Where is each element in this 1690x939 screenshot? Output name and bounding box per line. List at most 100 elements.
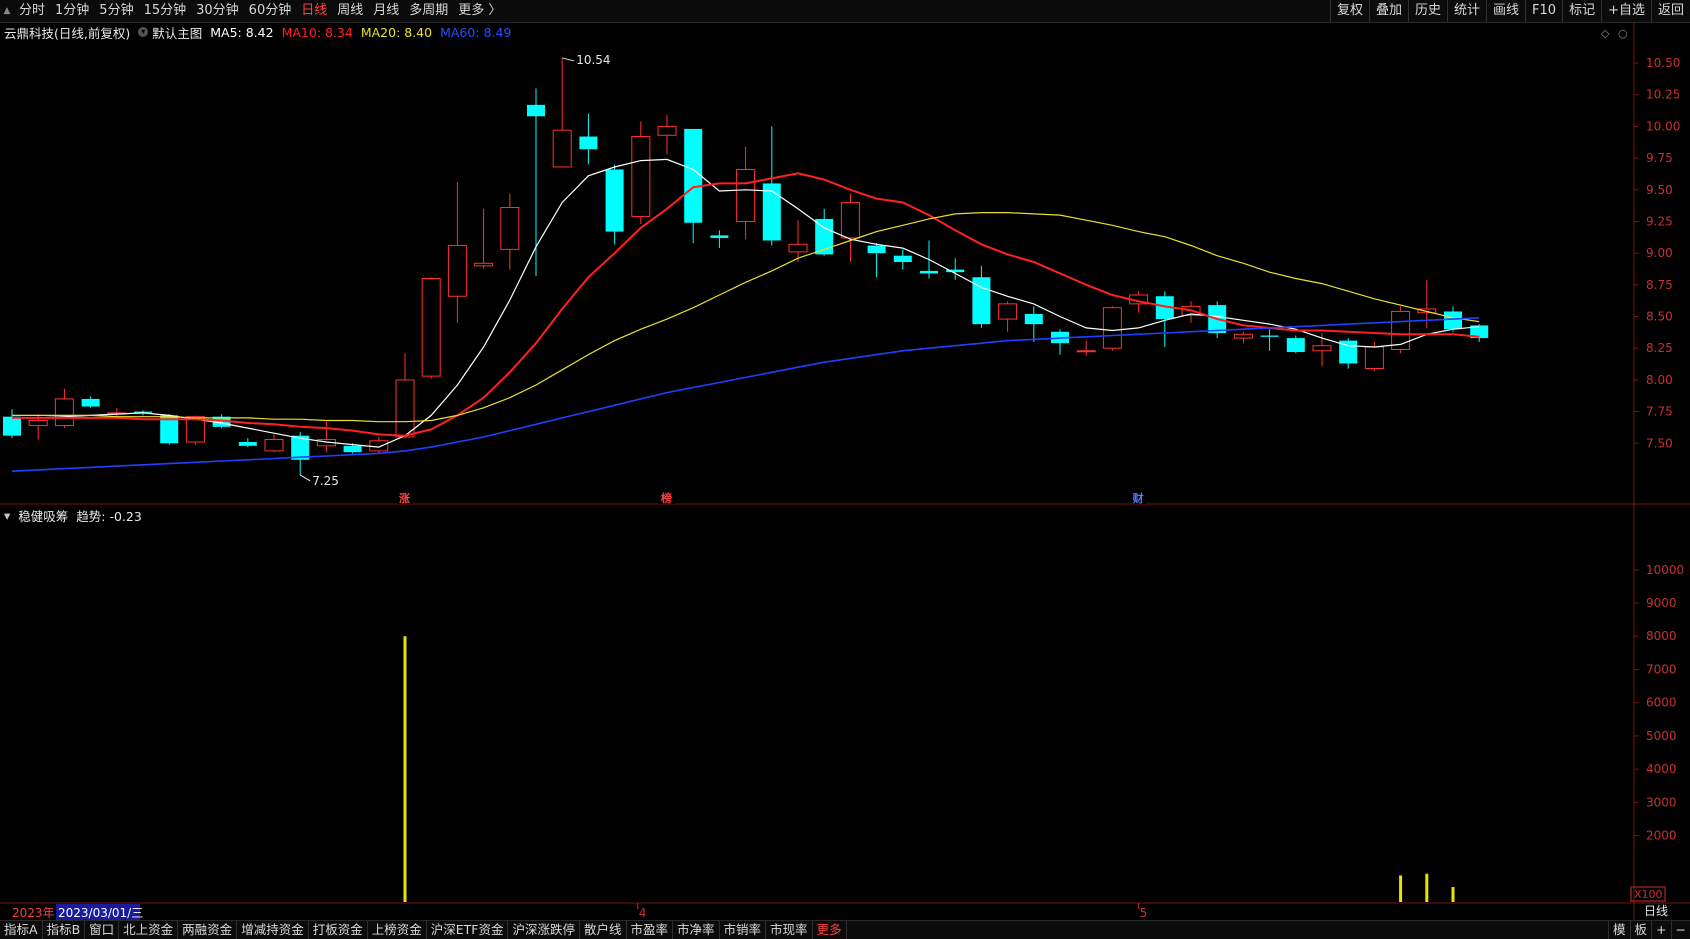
candle-body-down (343, 445, 362, 453)
kline-chart[interactable]: 10.50 10.25 10.00 9.75 9.50 9.25 9.00 8.75 8.50 8… (0, 0, 1690, 938)
candle-body-down (81, 398, 100, 407)
bottom-tab[interactable]: 市盈率 (627, 921, 674, 939)
candle-body-down (1024, 314, 1043, 325)
volume-tick-label: 9000 (1646, 596, 1677, 610)
bottom-tab[interactable]: 更多 (813, 921, 847, 939)
price-tick-label: 7.75 (1646, 405, 1673, 419)
candle-body-up (1312, 345, 1332, 352)
price-tick-label: 10.00 (1646, 119, 1680, 133)
month-label: 5 (1140, 906, 1148, 920)
bottom-right-tool[interactable]: − (1670, 921, 1690, 939)
candle-body-down (1260, 335, 1279, 337)
candle-body-up (264, 438, 284, 452)
candle-body-down (238, 442, 257, 446)
candle-body-down (1286, 338, 1305, 353)
bottom-tab[interactable]: 沪深ETF资金 (427, 921, 509, 939)
candle-body-down (867, 245, 886, 254)
candle-body-down (3, 416, 21, 436)
bottom-right-tool[interactable]: 模 (1608, 921, 1630, 939)
diamond-icon: ◇ (1601, 27, 1610, 40)
circle-icon: ○ (1618, 27, 1628, 40)
bottom-tab[interactable]: 窗口 (85, 921, 120, 939)
ma-line-ma60 (11, 317, 1480, 472)
price-tick-label: 8.00 (1646, 373, 1673, 387)
bottom-right-tool[interactable]: 板 (1629, 921, 1652, 939)
candle-body-up (447, 245, 467, 297)
signal-bar (1451, 887, 1455, 902)
candle-body-down (579, 136, 598, 150)
volume-tick-label: 2000 (1646, 829, 1677, 843)
candle-body-down (920, 270, 938, 274)
candle-body-up (631, 136, 651, 217)
price-tick-label: 9.25 (1646, 214, 1673, 228)
candle-body-up (395, 379, 415, 438)
candle-body-up (788, 243, 808, 253)
volume-tick-label: 3000 (1646, 795, 1677, 809)
signal-bar (403, 636, 407, 902)
ma-line-ma20 (12, 212, 1480, 423)
price-tick-label: 8.50 (1646, 310, 1673, 324)
candle-body-down (605, 169, 624, 232)
event-marker: 财 (1132, 491, 1144, 505)
bottom-right-tools: 模板 + − (1608, 921, 1690, 939)
high-price-label: 10.54 (576, 53, 610, 67)
signal-bar (1425, 873, 1429, 902)
volume-tick-label: 10000 (1646, 563, 1684, 577)
candle-body-up (1233, 333, 1253, 339)
volume-unit-label: X100 (1634, 888, 1663, 901)
bottom-tab[interactable]: 打板资金 (309, 921, 368, 939)
candle-body-up (1076, 350, 1096, 353)
candle-body-up (54, 398, 74, 427)
candle-body-up (369, 440, 389, 452)
candle-body-down (710, 235, 729, 238)
candle-body-up (736, 168, 756, 222)
candle-body-up (474, 262, 494, 267)
candle-body-down (684, 128, 703, 223)
candle-body-up (1102, 307, 1122, 349)
event-marker: 榜 (661, 491, 672, 505)
cursor-date-label: 2023/03/01/三 (58, 906, 143, 920)
price-tick-label: 8.75 (1646, 278, 1673, 292)
candle-body-up (998, 303, 1018, 320)
price-tick-label: 8.25 (1646, 341, 1673, 355)
low-price-label: 7.25 (312, 474, 339, 488)
bottom-tab[interactable]: 市销率 (720, 921, 767, 939)
candle-body-up (840, 201, 860, 239)
bottom-tab[interactable]: 上榜资金 (368, 921, 427, 939)
volume-tick-label: 5000 (1646, 729, 1677, 743)
year-label: 2023年 (12, 906, 55, 920)
bottom-tab[interactable]: 北上资金 (119, 921, 179, 939)
low-arrow (299, 474, 311, 482)
candle-body-up (421, 278, 441, 377)
bottom-tabs: 指标A 指标B 窗口 北上资金 两融资金 增减持资金 打板资金 上榜资金 沪深ETF资金 沪深涨跌… (0, 921, 847, 939)
price-tick-label: 10.50 (1646, 56, 1680, 70)
volume-tick-label: 6000 (1646, 696, 1677, 710)
month-label: 4 (639, 906, 647, 920)
price-tick-label: 10.25 (1646, 88, 1680, 102)
bottom-tabbar: 指标A 指标B 窗口 北上资金 两融资金 增减持资金 打板资金 上榜资金 沪深ETF资金 沪深涨跌… (0, 920, 1690, 939)
volume-tick-label: 4000 (1646, 762, 1677, 776)
volume-tick-label: 7000 (1646, 662, 1677, 676)
bottom-tab[interactable]: 沪深涨跌停 (508, 921, 580, 939)
high-arrow (562, 57, 575, 62)
bottom-tab[interactable]: 增减持资金 (237, 921, 309, 939)
candle-body-up (28, 419, 48, 427)
bottom-tab[interactable]: 两融资金 (178, 921, 238, 939)
price-tick-label: 9.50 (1646, 183, 1673, 197)
candle-body-up (500, 207, 520, 250)
price-tick-label: 9.00 (1646, 246, 1673, 260)
bottom-tab[interactable]: 指标A (0, 921, 43, 939)
volume-tick-label: 8000 (1646, 629, 1677, 643)
bottom-tab[interactable]: 指标B (43, 921, 86, 939)
bottom-right-tool[interactable]: + (1651, 921, 1670, 939)
period-label: 日线 (1644, 904, 1668, 918)
price-tick-label: 9.75 (1646, 151, 1673, 165)
bottom-tab[interactable]: 市现率 (766, 921, 813, 939)
candle-body-up (1364, 346, 1384, 370)
candle-body-up (552, 129, 572, 168)
candle-body-down (762, 183, 781, 241)
candle-body-down (893, 255, 912, 263)
bottom-tab[interactable]: 散户线 (580, 921, 627, 939)
bottom-tab[interactable]: 市净率 (673, 921, 720, 939)
candle-body-down (527, 104, 545, 117)
